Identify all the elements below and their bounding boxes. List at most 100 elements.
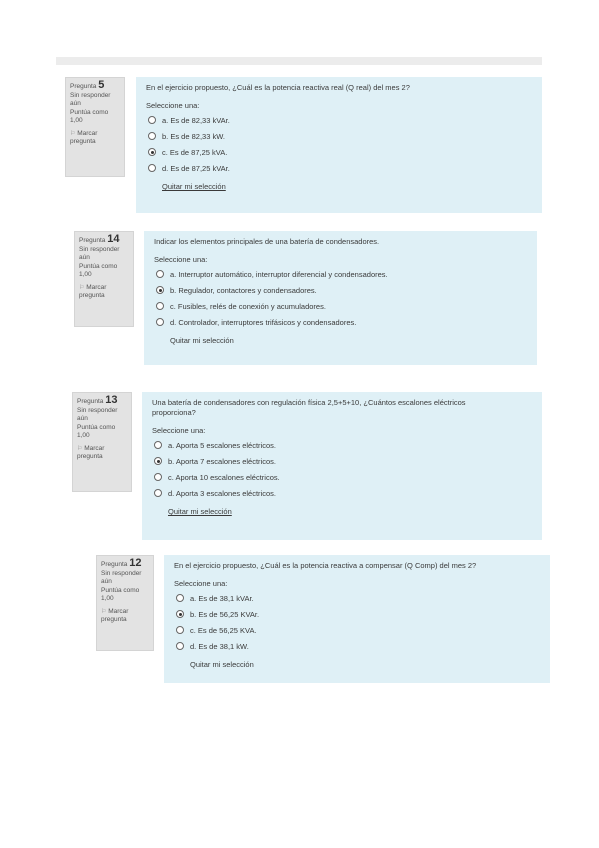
answer-option-c[interactable]: c. Es de 87,25 kVA. <box>146 146 532 158</box>
answer-option-a[interactable]: a. Es de 82,33 kVAr. <box>146 114 532 126</box>
answer-option-c[interactable]: c. Fusibles, relés de conexión y acumula… <box>154 300 527 312</box>
answer-option-b[interactable]: b. Regulador, contactores y condensadore… <box>154 284 527 296</box>
option-label: b. Regulador, contactores y condensadore… <box>170 285 317 295</box>
flag-label: Marcar pregunta <box>79 284 107 299</box>
question-info: Pregunta 5 Sin responder aún Puntúa como… <box>65 77 125 177</box>
question-status: Sin responder aún <box>79 246 120 261</box>
option-label: c. Es de 56,25 KVA. <box>190 625 257 635</box>
option-label: d. Controlador, interruptores trifásicos… <box>170 317 357 327</box>
question-text: En el ejercicio propuesto, ¿Cuál es la p… <box>146 83 410 92</box>
question-text: Una batería de condensadores con regulac… <box>152 398 466 417</box>
clear-selection-link[interactable]: Quitar mi selección <box>170 336 527 345</box>
select-prompt: Seleccione una: <box>154 255 208 264</box>
question-info: Pregunta 14 Sin responder aún Puntúa com… <box>74 231 134 327</box>
radio-button-selected[interactable] <box>154 457 162 465</box>
top-bar <box>56 57 542 65</box>
answer-option-b[interactable]: b. Es de 56,25 KVAr. <box>174 608 540 620</box>
question-score: Puntúa como 1,00 <box>77 424 116 439</box>
option-label: c. Es de 87,25 kVA. <box>162 147 228 157</box>
question-content: Una batería de condensadores con regulac… <box>142 392 542 540</box>
answer-option-c[interactable]: c. Aporta 10 escalones eléctricos. <box>152 471 532 483</box>
flag-icon: ⚐ <box>77 446 83 452</box>
clear-selection-link[interactable]: Quitar mi selección <box>190 660 540 669</box>
question-number: 12 <box>129 557 142 569</box>
option-label: d. Es de 38,1 kW. <box>190 641 249 651</box>
radio-button-selected[interactable] <box>148 148 156 156</box>
radio-button-selected[interactable] <box>176 610 184 618</box>
question-card-14: Pregunta 14 Sin responder aún Puntúa com… <box>66 225 544 370</box>
radio-button[interactable] <box>176 642 184 650</box>
question-score: Puntúa como 1,00 <box>79 263 118 278</box>
question-content: En el ejercicio propuesto, ¿Cuál es la p… <box>136 77 542 213</box>
answer-option-b[interactable]: b. Aporta 7 escalones eléctricos. <box>152 455 532 467</box>
select-prompt: Seleccione una: <box>174 579 228 588</box>
question-content: Indicar los elementos principales de una… <box>144 231 537 365</box>
question-label: Pregunta <box>77 398 104 405</box>
flag-label: Marcar pregunta <box>77 445 105 460</box>
answer-option-a[interactable]: a. Interruptor automático, interruptor d… <box>154 268 527 280</box>
radio-button[interactable] <box>154 489 162 497</box>
question-card-13: Pregunta 13 Sin responder aún Puntúa com… <box>64 380 550 540</box>
clear-selection-link[interactable]: Quitar mi selección <box>162 182 532 191</box>
flag-label: Marcar pregunta <box>101 608 129 623</box>
question-status: Sin responder aún <box>70 92 111 107</box>
question-info: Pregunta 13 Sin responder aún Puntúa com… <box>72 392 132 492</box>
answer-option-d[interactable]: d. Aporta 3 escalones eléctricos. <box>152 487 532 499</box>
option-label: a. Aporta 5 escalones eléctricos. <box>168 440 276 450</box>
answer-option-b[interactable]: b. Es de 82,33 kW. <box>146 130 532 142</box>
answer-option-a[interactable]: a. Aporta 5 escalones eléctricos. <box>152 439 532 451</box>
radio-button[interactable] <box>156 302 164 310</box>
question-score: Puntúa como 1,00 <box>70 109 109 124</box>
radio-button[interactable] <box>148 116 156 124</box>
question-status: Sin responder aún <box>101 570 142 585</box>
option-label: d. Es de 87,25 kVAr. <box>162 163 230 173</box>
radio-button[interactable] <box>154 441 162 449</box>
question-status: Sin responder aún <box>77 407 118 422</box>
option-label: b. Es de 56,25 KVAr. <box>190 609 260 619</box>
flag-icon: ⚐ <box>70 131 76 137</box>
option-label: d. Aporta 3 escalones eléctricos. <box>168 488 276 498</box>
question-content: En el ejercicio propuesto, ¿Cuál es la p… <box>164 555 550 683</box>
question-text: Indicar los elementos principales de una… <box>154 237 380 246</box>
question-label: Pregunta <box>79 237 106 244</box>
flag-label: Marcar pregunta <box>70 130 98 145</box>
select-prompt: Seleccione una: <box>152 426 206 435</box>
flag-question-link[interactable]: ⚐ Marcar pregunta <box>70 130 120 146</box>
option-label: c. Fusibles, relés de conexión y acumula… <box>170 301 326 311</box>
select-prompt: Seleccione una: <box>146 101 200 110</box>
answer-option-d[interactable]: d. Controlador, interruptores trifásicos… <box>154 316 527 328</box>
answer-option-c[interactable]: c. Es de 56,25 KVA. <box>174 624 540 636</box>
option-label: a. Es de 82,33 kVAr. <box>162 115 230 125</box>
question-score: Puntúa como 1,00 <box>101 587 140 602</box>
clear-selection-link[interactable]: Quitar mi selección <box>168 507 532 516</box>
question-number: 13 <box>105 394 118 406</box>
flag-question-link[interactable]: ⚐ Marcar pregunta <box>79 284 129 300</box>
question-label: Pregunta <box>101 561 128 568</box>
radio-button[interactable] <box>156 270 164 278</box>
question-info: Pregunta 12 Sin responder aún Puntúa com… <box>96 555 154 651</box>
question-label: Pregunta <box>70 83 97 90</box>
answer-option-d[interactable]: d. Es de 38,1 kW. <box>174 640 540 652</box>
radio-button[interactable] <box>176 594 184 602</box>
flag-question-link[interactable]: ⚐ Marcar pregunta <box>77 445 127 461</box>
radio-button[interactable] <box>176 626 184 634</box>
question-text: En el ejercicio propuesto, ¿Cuál es la p… <box>174 561 477 570</box>
option-label: b. Aporta 7 escalones eléctricos. <box>168 456 276 466</box>
radio-button-selected[interactable] <box>156 286 164 294</box>
question-number: 5 <box>98 79 105 91</box>
answer-option-a[interactable]: a. Es de 38,1 kVAr. <box>174 592 540 604</box>
answer-option-d[interactable]: d. Es de 87,25 kVAr. <box>146 162 532 174</box>
option-label: c. Aporta 10 escalones eléctricos. <box>168 472 280 482</box>
radio-button[interactable] <box>154 473 162 481</box>
flag-question-link[interactable]: ⚐ Marcar pregunta <box>101 608 149 624</box>
question-number: 14 <box>107 233 120 245</box>
question-card-12: Pregunta 12 Sin responder aún Puntúa com… <box>74 545 560 705</box>
radio-button[interactable] <box>156 318 164 326</box>
flag-icon: ⚐ <box>79 285 85 291</box>
option-label: b. Es de 82,33 kW. <box>162 131 225 141</box>
radio-button[interactable] <box>148 164 156 172</box>
flag-icon: ⚐ <box>101 609 107 615</box>
option-label: a. Es de 38,1 kVAr. <box>190 593 254 603</box>
question-card-5: Pregunta 5 Sin responder aún Puntúa como… <box>56 65 542 227</box>
radio-button[interactable] <box>148 132 156 140</box>
